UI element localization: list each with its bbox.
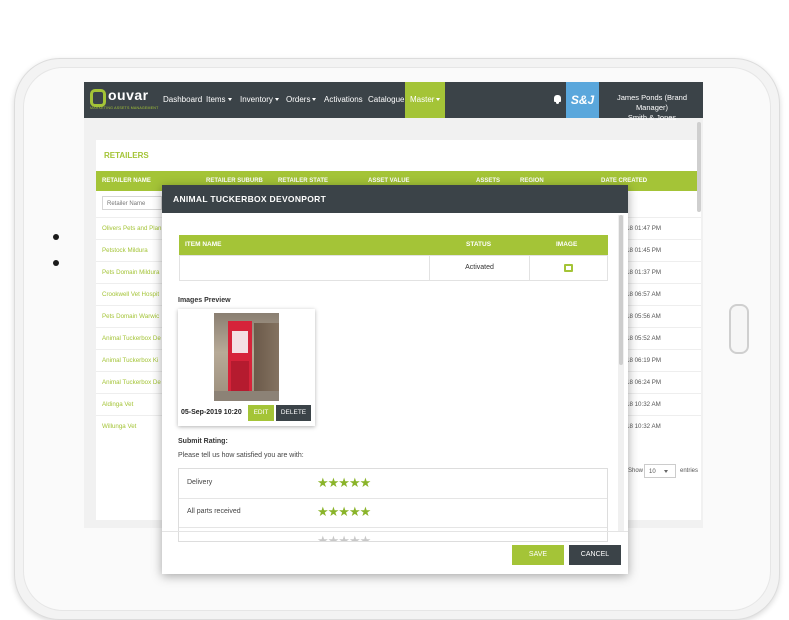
show-label: Show [628,468,644,474]
nav-master-label: Master [410,95,435,104]
user-company: Smith & Jones [627,113,677,122]
delete-button[interactable]: DELETE [276,405,311,421]
page-scrollbar[interactable] [697,122,701,212]
row-date: 18 10:32 AM [626,401,661,408]
retailer-name-filter[interactable]: Retailer Name [102,196,162,210]
retailer-link[interactable]: Petstock Mildura [102,247,148,254]
nav-orders-label: Orders [286,95,311,104]
user-menu[interactable]: James Ponds (Brand Manager) Smith & Jone… [602,93,702,123]
photo-shelf [254,323,279,393]
nav-orders[interactable]: Orders [286,82,317,118]
modal-scrollbar[interactable] [618,215,624,531]
rating-row-third: ★★★★★ [179,527,607,541]
panel-title: RETAILERS [104,151,149,160]
star-rating[interactable]: ★★★★★ [317,475,371,491]
ouvar-logo-icon [90,89,106,107]
retailer-link[interactable]: Animal Tuckerbox De [102,379,161,386]
bell-icon[interactable] [554,95,561,104]
save-button[interactable]: SAVE [512,545,564,565]
row-date: 18 10:32 AM [626,423,661,430]
col-image: IMAGE [556,241,578,248]
logo-text: ouvar [108,87,149,103]
cancel-button[interactable]: CANCEL [569,545,621,565]
item-table-header: ITEM NAME STATUS IMAGE [179,235,608,255]
page-size-select[interactable]: 10 [644,464,676,478]
cell-divider [529,256,530,280]
retailer-link[interactable]: Animal Tuckerbox De [102,335,161,342]
star-rating[interactable]: ★★★★★ [317,504,371,520]
retailer-detail-modal: ANIMAL TUCKERBOX DEVONPORT ITEM NAME STA… [162,185,628,574]
photo-display-stand [228,321,252,397]
table-row: Activated [179,255,608,281]
row-date: 18 06:57 AM [626,291,661,298]
retailer-link[interactable]: Crookwell Vet Hospit [102,291,159,298]
nav-items[interactable]: Items [206,82,232,118]
row-date: 18 06:19 PM [626,357,662,364]
chevron-down-icon [312,98,317,102]
col-status: STATUS [466,241,492,248]
client-logo: S&J [566,82,599,118]
col-item-name: ITEM NAME [185,241,222,248]
rating-row-parts: All parts received ★★★★★ [179,498,607,528]
nav-dashboard-label: Dashboard [163,95,203,104]
tablet-sensor-dot [53,260,59,266]
row-date: 18 01:37 PM [626,269,662,276]
asset-photo[interactable] [214,313,279,401]
rating-subtitle: Please tell us how satisfied you are wit… [178,452,304,459]
retailer-link[interactable]: Aldinga Vet [102,401,133,408]
star-rating[interactable]: ★★★★★ [317,533,371,541]
modal-title: ANIMAL TUCKERBOX DEVONPORT [162,185,628,213]
nav-activations-label: Activations [324,95,363,104]
rating-label: All parts received [187,508,241,515]
nav-dashboard[interactable]: Dashboard [163,82,202,118]
retailer-link[interactable]: Pets Domain Mildura [102,269,159,276]
chevron-down-icon [436,98,441,102]
top-navbar: ouvar MARKETING ASSETS MANAGEMENT Dashbo… [84,82,703,122]
user-name: James Ponds (Brand Manager) [616,93,688,112]
retailer-link[interactable]: Pets Domain Warwic [102,313,159,320]
edit-button[interactable]: EDIT [248,405,274,421]
tablet-home-button [729,304,749,354]
row-date: 18 05:52 AM [626,335,661,342]
rating-label: Delivery [187,479,213,486]
logo-tagline: MARKETING ASSETS MANAGEMENT [90,106,159,110]
nav-inventory-label: Inventory [240,95,273,104]
retailer-link[interactable]: Willunga Vet [102,423,136,430]
page-size-value: 10 [649,469,656,475]
nav-items-label: Items [206,95,226,104]
chevron-down-icon [274,98,279,102]
rating-title: Submit Rating: [178,438,228,445]
row-date: 18 01:45 PM [626,247,662,254]
row-date: 18 05:56 AM [626,313,661,320]
image-date: 05-Sep-2019 10:20 [181,409,242,416]
retailer-link[interactable]: Olivers Pets and Plan [102,225,162,232]
retailer-link[interactable]: Animal Tuckerbox Ki [102,357,158,364]
modal-scrollbar-thumb[interactable] [619,215,623,365]
nav-activations[interactable]: Activations [324,82,363,118]
row-date: 18 06:24 PM [626,379,662,386]
modal-footer-divider [162,531,628,532]
chevron-down-icon [663,469,668,473]
item-status: Activated [465,264,494,271]
col-retailer-name[interactable]: RETAILER NAME [102,171,151,191]
nav-inventory[interactable]: Inventory [240,82,279,118]
tablet-camera-dot [53,234,59,240]
chevron-down-icon [227,98,232,102]
nav-master[interactable]: Master [405,82,446,118]
rating-row-delivery: Delivery ★★★★★ [179,469,607,499]
row-date: 18 01:47 PM [626,225,662,232]
image-thumbnail-card: 05-Sep-2019 10:20 EDIT DELETE [178,309,315,426]
images-preview-label: Images Preview [178,297,231,304]
nav-catalogue-label: Catalogue [368,95,405,104]
nav-catalogue[interactable]: Catalogue [368,82,404,118]
image-icon[interactable] [564,264,573,272]
photo-floor [214,391,279,401]
entries-label: entries [680,468,699,474]
